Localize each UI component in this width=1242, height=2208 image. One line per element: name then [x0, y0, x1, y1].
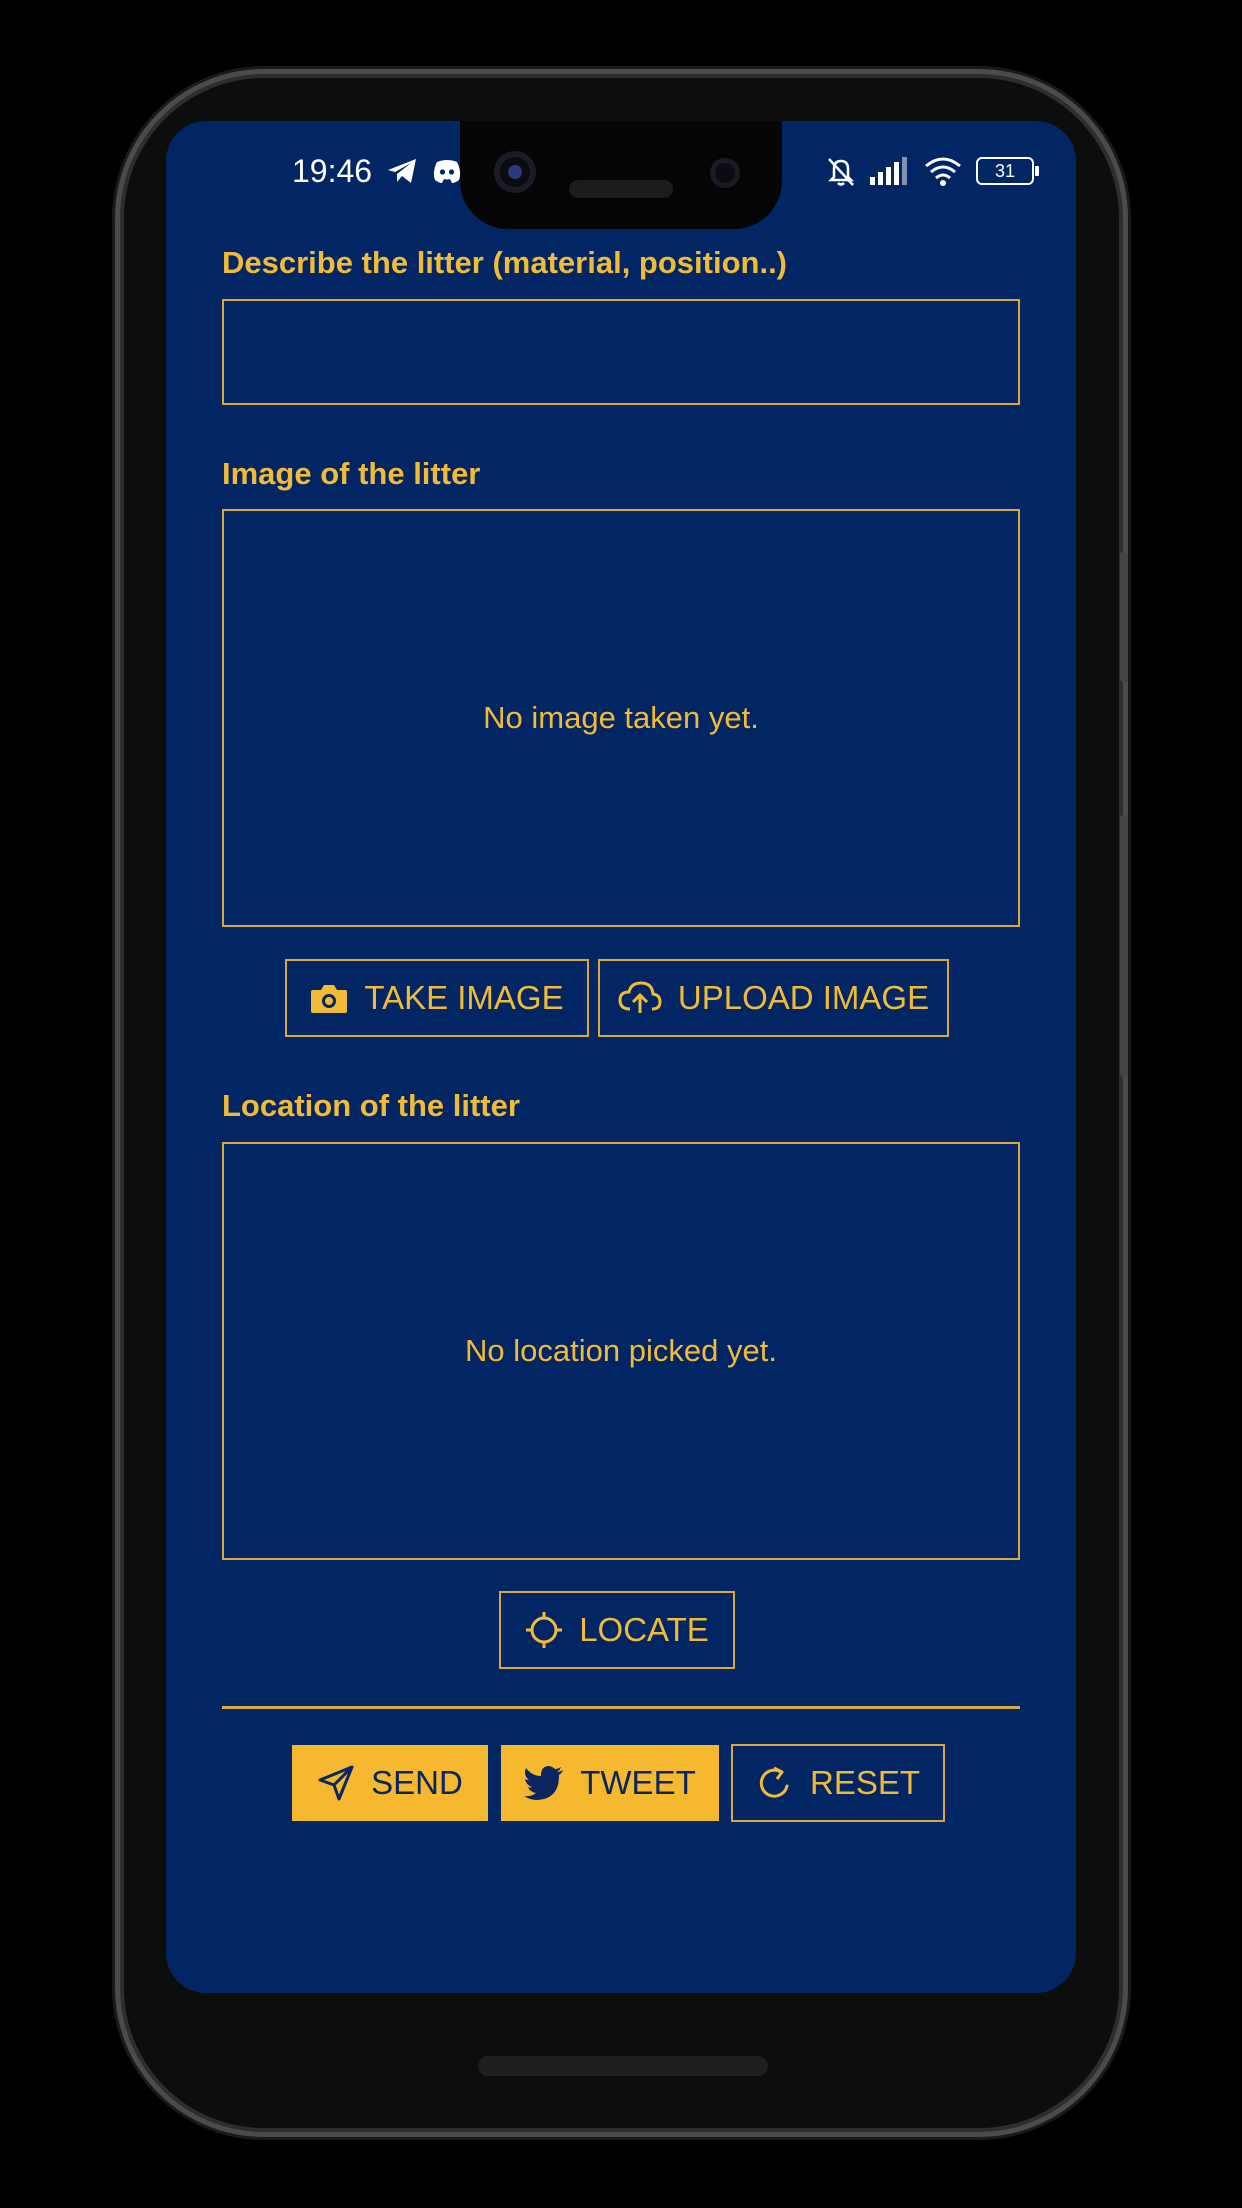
front-sensor: [710, 158, 740, 188]
crosshair-icon: [526, 1612, 563, 1648]
send-icon: [318, 1765, 354, 1801]
signal-icon: [870, 157, 907, 185]
battery-icon: 31: [976, 157, 1039, 185]
image-label: Image of the litter: [222, 456, 481, 491]
take-image-label: TAKE IMAGE: [364, 979, 564, 1016]
discord-icon: [433, 160, 461, 183]
location-placeholder-text: No location picked yet.: [465, 1333, 777, 1368]
battery-level: 31: [994, 160, 1016, 181]
camera-icon: [311, 985, 348, 1013]
refresh-icon: [759, 1766, 789, 1798]
volume-button: [1120, 552, 1128, 682]
description-input[interactable]: [222, 299, 1020, 405]
power-button: [1120, 815, 1128, 1077]
location-preview: No location picked yet.: [222, 1142, 1020, 1560]
send-label: SEND: [371, 1764, 463, 1801]
upload-image-button[interactable]: UPLOAD IMAGE: [598, 959, 949, 1037]
take-image-button[interactable]: TAKE IMAGE: [285, 959, 589, 1037]
status-bar-right: 31: [826, 150, 1039, 192]
locate-label: LOCATE: [579, 1611, 709, 1648]
locate-button[interactable]: LOCATE: [499, 1591, 735, 1669]
image-placeholder-text: No image taken yet.: [483, 700, 759, 735]
status-time: 19:46: [292, 152, 373, 189]
divider: [222, 1706, 1020, 1709]
front-camera: [494, 151, 536, 193]
home-indicator: [478, 2056, 768, 2076]
status-bar-left: 19:46: [292, 150, 462, 192]
earpiece-speaker: [569, 180, 673, 198]
send-button[interactable]: SEND: [292, 1745, 488, 1821]
upload-image-label: UPLOAD IMAGE: [677, 979, 930, 1016]
twitter-icon: [524, 1766, 564, 1800]
image-preview: No image taken yet.: [222, 509, 1020, 927]
cloud-upload-icon: [618, 981, 662, 1013]
location-label: Location of the litter: [222, 1088, 520, 1123]
bell-off-icon: [827, 158, 855, 186]
tweet-button[interactable]: TWEET: [501, 1745, 719, 1821]
wifi-icon: [925, 157, 961, 186]
reset-label: RESET: [809, 1764, 921, 1801]
tweet-label: TWEET: [580, 1764, 696, 1801]
reset-button[interactable]: RESET: [731, 1744, 945, 1822]
description-label: Describe the litter (material, position.…: [222, 245, 788, 280]
telegram-icon: [388, 159, 417, 183]
